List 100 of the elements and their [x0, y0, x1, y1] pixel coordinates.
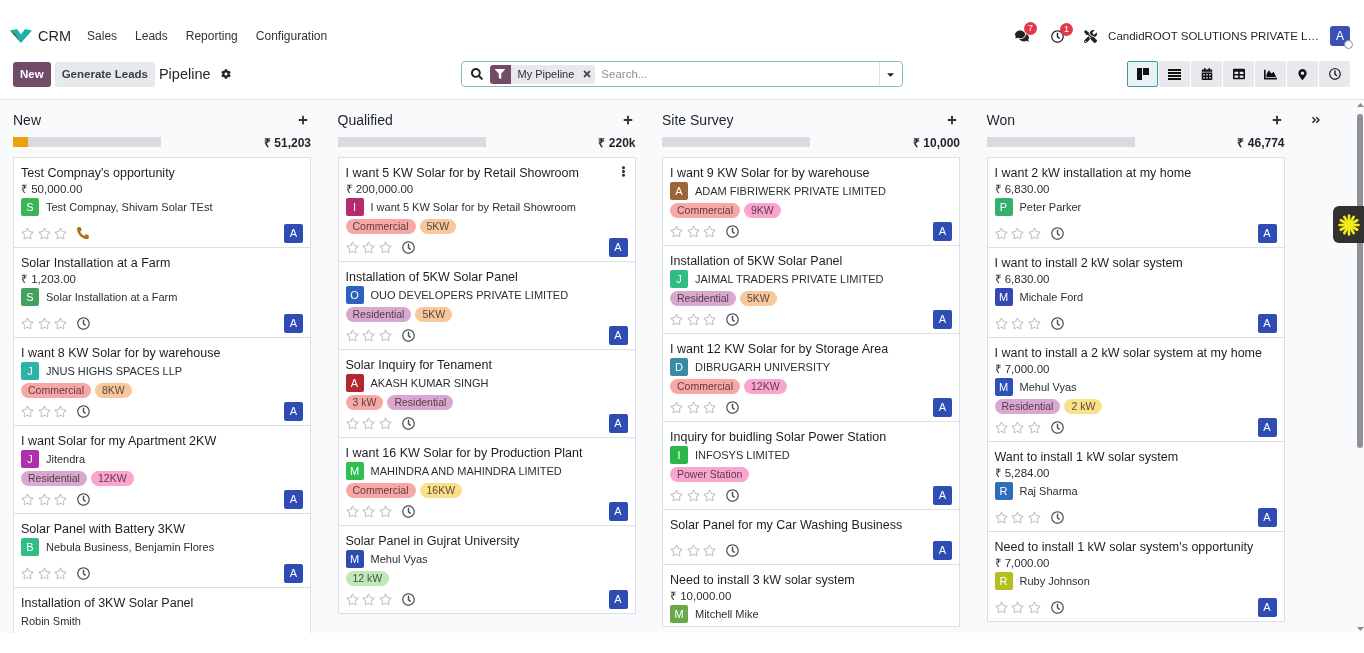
star-icon[interactable]	[54, 316, 67, 330]
star-icon[interactable]	[703, 224, 716, 238]
star-icon[interactable]	[670, 543, 683, 557]
star-icon[interactable]	[362, 592, 375, 606]
star-icon[interactable]	[1027, 226, 1041, 240]
star-icon[interactable]	[686, 543, 700, 557]
star-icon[interactable]	[37, 404, 51, 418]
star-icon[interactable]	[37, 566, 51, 580]
search-field[interactable]: My Pipeline Search...	[460, 61, 903, 87]
star-icon[interactable]	[1011, 316, 1024, 330]
filter-facet[interactable]: My Pipeline	[510, 64, 579, 84]
plus-icon[interactable]	[947, 115, 957, 125]
star-icon[interactable]	[994, 510, 1008, 524]
star-icon[interactable]	[362, 504, 375, 518]
star-icon[interactable]	[345, 328, 359, 342]
clock-icon[interactable]	[401, 592, 415, 606]
kanban-card[interactable]: I want 8 KW Solar for by warehouse J JNUS HIGHS SPACES LLP Commercial 8KW A	[13, 337, 311, 426]
star-icon[interactable]	[54, 492, 67, 506]
star-icon[interactable]	[21, 566, 34, 580]
star-icon[interactable]	[345, 416, 359, 430]
star-icon[interactable]	[54, 226, 67, 240]
kanban-card[interactable]: Want to install 1 kW solar system ₹ 5,284.00 R Raj Sharma A	[986, 441, 1285, 532]
kanban-card[interactable]: Solar Panel for my Car Washing Business A	[662, 509, 960, 565]
star-icon[interactable]	[686, 224, 700, 238]
settings-icon[interactable]	[220, 69, 231, 79]
clock-icon[interactable]	[1050, 420, 1064, 434]
kanban-card[interactable]: I want 12 KW Solar for by Storage Area D DIBRUGARH UNIVERSITY Commercial 12KW A	[662, 333, 960, 422]
star-icon[interactable]	[670, 488, 683, 502]
app-name[interactable]: CRM	[38, 28, 72, 44]
generate-leads-button[interactable]: Generate Leads	[54, 61, 155, 87]
star-icon[interactable]	[378, 240, 392, 254]
company-name[interactable]: CandidROOT SOLUTIONS PRIVATE L…	[1108, 30, 1319, 42]
star-icon[interactable]	[362, 416, 375, 430]
kanban-card[interactable]: Solar Panel in Gujrat University M Mehul Vyas 12 kW A	[337, 525, 636, 614]
view-button[interactable]	[1127, 61, 1158, 87]
star-icon[interactable]	[1027, 420, 1041, 434]
star-icon[interactable]	[670, 312, 683, 326]
clock-icon[interactable]	[1051, 29, 1065, 43]
kanban-card[interactable]: I want 16 KW Solar for by Production Plant M MAHINDRA AND MAHINDRA LIMITED Commercial 16KW A	[337, 437, 636, 526]
star-icon[interactable]	[1011, 226, 1024, 240]
clock-icon[interactable]	[1050, 226, 1064, 240]
close-icon[interactable]	[578, 64, 596, 84]
star-icon[interactable]	[378, 328, 392, 342]
clock-icon[interactable]	[401, 416, 415, 430]
double-chevron-icon[interactable]	[1311, 115, 1321, 125]
star-icon[interactable]	[362, 240, 375, 254]
star-icon[interactable]	[670, 224, 683, 238]
plus-icon[interactable]	[622, 115, 633, 125]
search-icon[interactable]	[470, 68, 483, 80]
clock-icon[interactable]	[726, 400, 739, 414]
kanban-card[interactable]: I want to install a 2 kW solar system at my home ₹ 7,000.00 M Mehul Vyas Residential 2 kW A	[986, 337, 1285, 442]
star-icon[interactable]	[1027, 600, 1041, 614]
kanban-card[interactable]: I want Solar for my Apartment 2KW J Jitendra Residential 12KW A	[13, 425, 311, 514]
clock-icon[interactable]	[77, 566, 90, 580]
area-chart-icon[interactable]	[1264, 67, 1277, 81]
star-icon[interactable]	[994, 316, 1008, 330]
clock-icon[interactable]	[1328, 68, 1341, 80]
star-icon[interactable]	[21, 492, 34, 506]
star-icon[interactable]	[362, 328, 375, 342]
tools-icon[interactable]	[1084, 29, 1098, 43]
plus-icon[interactable]	[298, 115, 308, 125]
star-icon[interactable]	[703, 488, 716, 502]
kanban-card[interactable]: Installation of 3KW Solar Panel Robin Smith	[13, 587, 311, 633]
menu-item[interactable]: Leads	[135, 29, 168, 43]
star-icon[interactable]	[994, 420, 1008, 434]
star-icon[interactable]	[686, 400, 700, 414]
clock-icon[interactable]	[401, 240, 415, 254]
star-icon[interactable]	[1011, 420, 1024, 434]
kanban-card[interactable]: Solar Inquiry for Tenament A AKASH KUMAR SINGH 3 kW Residential A	[337, 349, 636, 438]
star-icon[interactable]	[994, 600, 1008, 614]
clock-icon[interactable]	[77, 316, 90, 330]
star-icon[interactable]	[703, 543, 716, 557]
user-avatar[interactable]: A	[1330, 26, 1350, 46]
phone-icon[interactable]	[77, 227, 89, 239]
star-icon[interactable]	[378, 416, 392, 430]
star-icon[interactable]	[703, 400, 716, 414]
kanban-card[interactable]: I want 9 KW Solar for by warehouse A ADAM FIBRIWERK PRIVATE LIMITED Commercial 9KW A	[662, 157, 960, 246]
clock-icon[interactable]	[77, 492, 90, 506]
scroll-down-icon[interactable]	[1356, 627, 1364, 631]
logo-icon[interactable]	[10, 29, 32, 43]
kanban-icon[interactable]	[1136, 68, 1149, 80]
new-button[interactable]: New	[13, 61, 51, 87]
kanban-card[interactable]: I want to install 2 kW solar system ₹ 6,830.00 M Michale Ford A	[986, 247, 1285, 338]
star-icon[interactable]	[345, 592, 359, 606]
star-icon[interactable]	[345, 240, 359, 254]
star-icon[interactable]	[54, 566, 67, 580]
star-icon[interactable]	[1011, 510, 1024, 524]
star-icon[interactable]	[37, 492, 51, 506]
clock-icon[interactable]	[1050, 510, 1064, 524]
clock-icon[interactable]	[726, 543, 739, 557]
kanban-card[interactable]: Test Compnay's opportunity ₹ 50,000.00 S Test Compnay, Shivam Solar TEst A	[13, 157, 311, 248]
clock-icon[interactable]	[726, 312, 739, 326]
star-icon[interactable]	[686, 312, 700, 326]
kanban-card[interactable]: Installation of 5KW Solar Panel O OUO DEVELOPERS PRIVATE LIMITED Residential 5KW A	[337, 261, 636, 350]
kanban-card[interactable]: Solar Panel with Battery 3KW B Nebula Business, Benjamin Flores A	[13, 513, 311, 588]
plus-icon[interactable]	[1271, 115, 1282, 125]
star-icon[interactable]	[37, 316, 51, 330]
clock-icon[interactable]	[726, 224, 739, 238]
scroll-up-icon[interactable]	[1356, 103, 1364, 107]
kanban-card[interactable]: I want 2 kW installation at my home ₹ 6,830.00 P Peter Parker A	[986, 157, 1285, 248]
